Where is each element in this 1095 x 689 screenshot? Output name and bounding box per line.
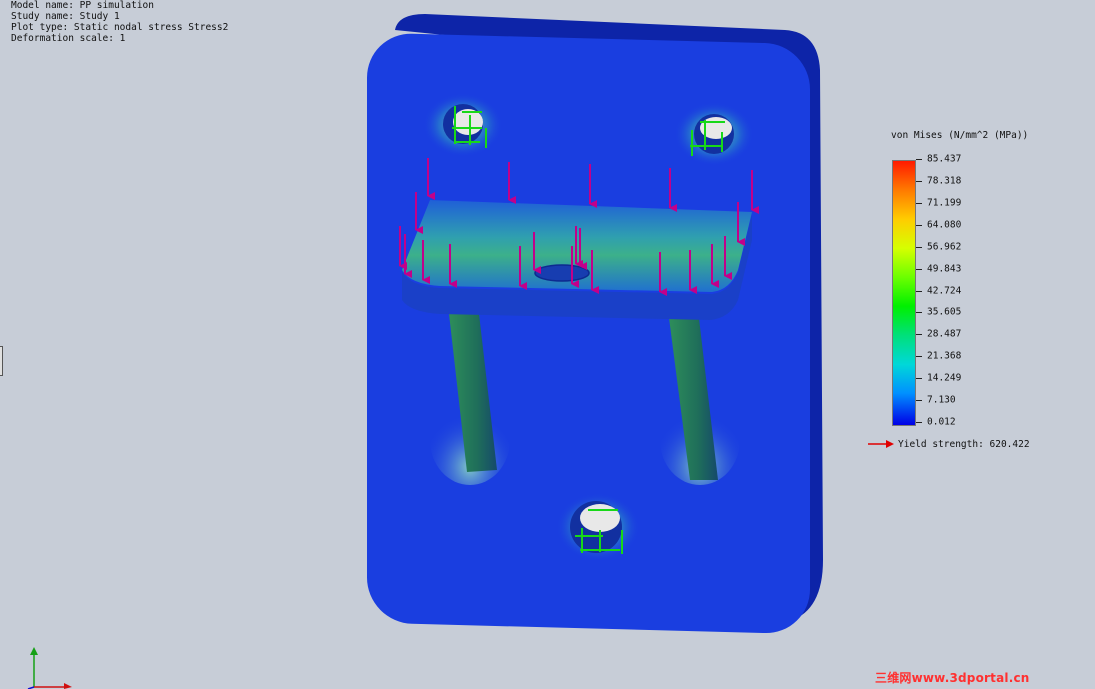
legend-value-label: 28.487 — [927, 328, 962, 340]
legend-tick — [916, 180, 922, 182]
graphics-viewport[interactable]: Model name: PP simulation Study name: St… — [0, 0, 1095, 689]
yield-strength-text: Yield strength: 620.422 — [898, 438, 1030, 450]
legend-value-label: 71.199 — [927, 197, 962, 209]
site-watermark: 三维网www.3dportal.cn — [875, 671, 1030, 685]
right-arrow-icon — [868, 440, 894, 448]
legend-value-label: 78.318 — [927, 175, 962, 187]
legend-value-label: 42.724 — [927, 285, 962, 296]
legend-tick — [916, 268, 922, 270]
bracket-center-hole — [534, 264, 590, 282]
stress-model-view — [367, 14, 823, 634]
legend-value-label: 7.130 — [927, 394, 956, 406]
legend-value-label: 49.843 — [927, 263, 962, 275]
legend-value-label: 0.012 — [927, 416, 956, 428]
legend-tick — [916, 334, 922, 336]
axis-triad-icon[interactable] — [20, 645, 80, 689]
legend-tick — [916, 422, 922, 423]
legend-tick — [916, 290, 922, 292]
legend-tick — [916, 224, 922, 226]
legend-tick — [916, 159, 922, 160]
legend-tick — [916, 378, 922, 380]
legend-tick — [916, 312, 922, 314]
legend-tick — [916, 356, 922, 358]
legend-value-label: 14.249 — [927, 372, 962, 384]
legend-value-label: 21.368 — [927, 350, 962, 362]
legend-value-label: 35.605 — [927, 306, 962, 318]
legend-value-label: 64.080 — [927, 219, 962, 231]
legend-value-label: 56.962 — [927, 241, 962, 253]
legend-value-label: 85.437 — [927, 153, 962, 165]
legend-title: von Mises (N/mm^2 (MPa)) — [891, 130, 1029, 141]
legend-tick — [916, 246, 922, 248]
stress-color-bar — [892, 160, 916, 426]
legend-tick — [916, 400, 922, 402]
legend-tick — [916, 202, 922, 204]
yield-strength-marker: Yield strength: 620.422 — [868, 438, 1030, 450]
